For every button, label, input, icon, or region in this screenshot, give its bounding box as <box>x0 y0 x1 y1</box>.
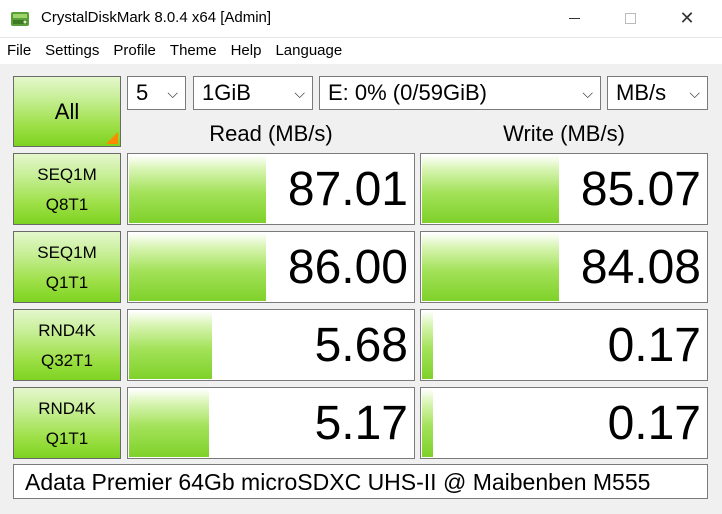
unit-select[interactable]: MB/s ⌵ <box>607 76 708 110</box>
menu-theme[interactable]: Theme <box>163 38 224 64</box>
chevron-down-icon: ⌵ <box>689 85 700 101</box>
chevron-down-icon: ⌵ <box>167 85 178 101</box>
all-button-label: All <box>54 98 80 124</box>
read-progress-bar <box>129 389 210 457</box>
read-value: 5.17 <box>314 397 408 450</box>
write-column-header: Write (MB/s) <box>503 121 625 146</box>
write-value: 85.07 <box>580 163 701 216</box>
unit-value: MB/s <box>616 80 667 105</box>
corner-marker-icon <box>106 132 118 144</box>
read-result-cell: 86.00 <box>127 231 415 303</box>
read-column-header: Read (MB/s) <box>209 121 333 146</box>
write-value: 84.08 <box>580 241 701 294</box>
drive-select[interactable]: E: 0% (0/59GiB) ⌵ <box>319 76 601 110</box>
test-params: Q8T1 <box>45 195 89 214</box>
test-button-seq1m-q1t1[interactable]: SEQ1M Q1T1 <box>13 231 121 303</box>
menu-language[interactable]: Language <box>268 38 349 64</box>
close-icon: ✕ <box>679 8 695 28</box>
menu-file[interactable]: File <box>0 38 38 64</box>
title-bar: CrystalDiskMark 8.0.4 x64 [Admin] ✕ <box>0 0 722 38</box>
write-result-cell: 85.07 <box>420 153 708 225</box>
write-result-cell: 84.08 <box>420 231 708 303</box>
menu-profile[interactable]: Profile <box>106 38 163 64</box>
test-name: RND4K <box>38 321 96 340</box>
test-params: Q1T1 <box>45 429 89 448</box>
test-name: RND4K <box>38 399 96 418</box>
chevron-down-icon: ⌵ <box>582 85 593 101</box>
write-progress-bar <box>422 311 434 379</box>
read-result-cell: 5.17 <box>127 387 415 459</box>
read-result-cell: 87.01 <box>127 153 415 225</box>
app-icon <box>11 12 29 26</box>
close-button[interactable]: ✕ <box>664 0 710 36</box>
write-value: 0.17 <box>607 397 701 450</box>
write-progress-bar <box>422 155 560 223</box>
test-name: SEQ1M <box>37 165 97 184</box>
chevron-down-icon: ⌵ <box>294 85 305 101</box>
test-size-value: 1GiB <box>202 80 251 105</box>
read-value: 87.01 <box>287 163 408 216</box>
window-title: CrystalDiskMark 8.0.4 x64 [Admin] <box>41 9 272 26</box>
write-value: 0.17 <box>607 319 701 372</box>
write-result-cell: 0.17 <box>420 309 708 381</box>
menu-settings[interactable]: Settings <box>38 38 106 64</box>
drive-value: E: 0% (0/59GiB) <box>328 80 487 105</box>
read-progress-bar <box>129 311 212 379</box>
test-params: Q1T1 <box>45 273 89 292</box>
minimize-icon <box>568 17 580 19</box>
test-params: Q32T1 <box>41 351 93 370</box>
maximize-icon <box>624 12 636 24</box>
read-progress-bar <box>129 155 267 223</box>
test-button-rnd4k-q1t1[interactable]: RND4K Q1T1 <box>13 387 121 459</box>
read-value: 86.00 <box>287 241 408 294</box>
menu-bar: File Settings Profile Theme Help Languag… <box>0 38 722 64</box>
test-button-seq1m-q8t1[interactable]: SEQ1M Q8T1 <box>13 153 121 225</box>
maximize-button[interactable] <box>607 0 653 36</box>
comment-field[interactable]: Adata Premier 64Gb microSDXC UHS-II @ Ma… <box>13 464 708 499</box>
read-result-cell: 5.68 <box>127 309 415 381</box>
read-value: 5.68 <box>314 319 408 372</box>
write-progress-bar <box>422 233 560 301</box>
test-button-rnd4k-q32t1[interactable]: RND4K Q32T1 <box>13 309 121 381</box>
test-name: SEQ1M <box>37 243 97 262</box>
all-button[interactable]: All <box>13 76 121 147</box>
menu-help[interactable]: Help <box>224 38 269 64</box>
minimize-button[interactable] <box>551 0 597 36</box>
main-panel: All 5 ⌵ 1GiB ⌵ E: 0% (0/59GiB) ⌵ MB/s ⌵ … <box>0 64 722 514</box>
write-result-cell: 0.17 <box>420 387 708 459</box>
test-count-value: 5 <box>136 80 149 105</box>
test-count-select[interactable]: 5 ⌵ <box>127 76 186 110</box>
read-progress-bar <box>129 233 267 301</box>
test-size-select[interactable]: 1GiB ⌵ <box>193 76 313 110</box>
write-progress-bar <box>422 389 434 457</box>
